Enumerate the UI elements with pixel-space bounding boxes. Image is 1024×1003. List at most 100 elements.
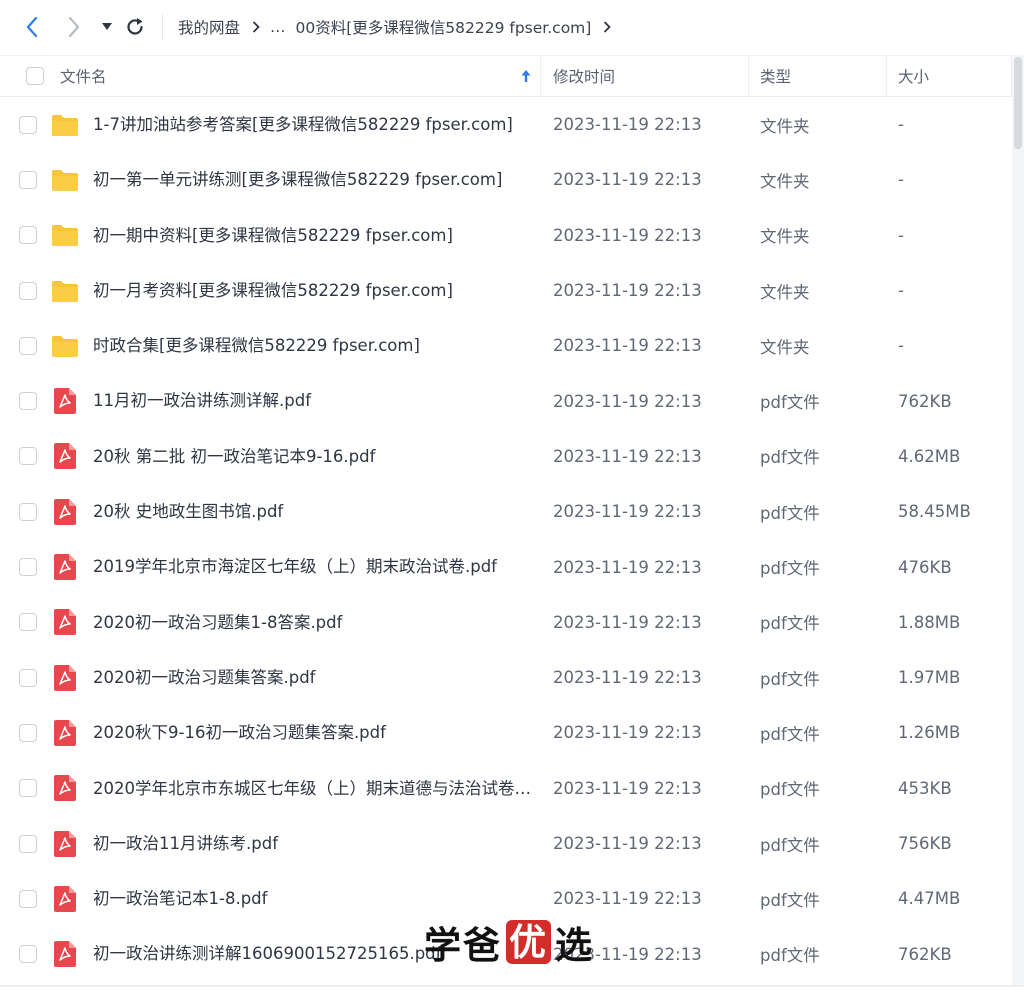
file-size: 762KB [898, 944, 952, 964]
column-header-size-label: 大小 [898, 68, 930, 86]
table-row[interactable]: 2020初一政治习题集1-8答案.pdf 2023-11-19 22:13 pd… [0, 595, 1012, 650]
file-name[interactable]: 时政合集[更多课程微信582229 fpser.com] [93, 318, 533, 373]
row-checkbox-cell [19, 871, 39, 926]
arrow-up-icon[interactable] [520, 69, 532, 83]
modified-time: 2023-11-19 22:13 [553, 778, 702, 798]
file-icon-cell [51, 152, 79, 207]
refresh-button[interactable] [122, 12, 148, 42]
table-row[interactable]: 初一第一单元讲练测[更多课程微信582229 fpser.com] 2023-1… [0, 152, 1012, 207]
column-header-name-label: 文件名 [60, 68, 107, 86]
pdf-icon [54, 443, 76, 470]
file-name[interactable]: 2020初一政治习题集答案.pdf [93, 650, 533, 705]
history-dropdown-button[interactable] [98, 12, 116, 42]
table-row[interactable]: 时政合集[更多课程微信582229 fpser.com] 2023-11-19 … [0, 318, 1012, 373]
modified-time: 2023-11-19 22:13 [553, 336, 702, 356]
row-checkbox[interactable] [19, 170, 37, 189]
row-checkbox[interactable] [19, 613, 37, 632]
row-checkbox[interactable] [19, 945, 37, 964]
row-checkbox-cell [19, 650, 39, 705]
file-name[interactable]: 2020初一政治习题集1-8答案.pdf [93, 595, 533, 650]
table-row[interactable]: 2019学年北京市海淀区七年级（上）期末政治试卷.pdf 2023-11-19 … [0, 539, 1012, 594]
row-checkbox[interactable] [19, 447, 37, 466]
file-icon-cell [51, 926, 79, 981]
select-all-checkbox[interactable] [26, 67, 44, 85]
table-row[interactable]: 1-7讲加油站参考答案[更多课程微信582229 fpser.com] 2023… [0, 97, 1012, 152]
column-header-type[interactable]: 类型 [749, 56, 887, 96]
row-checkbox-cell [19, 208, 39, 263]
file-name[interactable]: 20秋 第二批 初一政治笔记本9-16.pdf [93, 429, 533, 484]
file-type: pdf文件 [760, 780, 820, 800]
file-name[interactable]: 2020秋下9-16初一政治习题集答案.pdf [93, 705, 533, 760]
row-checkbox[interactable] [19, 779, 37, 798]
row-checkbox-cell [19, 595, 39, 650]
file-type: pdf文件 [760, 393, 820, 413]
row-checkbox[interactable] [19, 558, 37, 577]
file-size: 1.88MB [898, 612, 961, 632]
file-name[interactable]: 初一第一单元讲练测[更多课程微信582229 fpser.com] [93, 152, 533, 207]
file-size: - [898, 281, 904, 301]
file-name[interactable]: 20秋 史地政生图书馆.pdf [93, 484, 533, 539]
file-size: - [898, 115, 904, 135]
file-icon-cell [51, 373, 79, 428]
pdf-icon [54, 664, 76, 691]
table-row[interactable]: 初一政治11月讲练考.pdf 2023-11-19 22:13 pdf文件 75… [0, 816, 1012, 871]
breadcrumb-ellipsis[interactable]: … [270, 18, 286, 36]
pdf-icon [54, 719, 76, 746]
forward-button[interactable] [60, 12, 88, 42]
row-checkbox[interactable] [19, 889, 37, 908]
table-row[interactable]: 20秋 史地政生图书馆.pdf 2023-11-19 22:13 pdf文件 5… [0, 484, 1012, 539]
file-size: 476KB [898, 557, 952, 577]
row-checkbox[interactable] [19, 723, 37, 742]
file-icon-cell [51, 263, 79, 318]
back-button[interactable] [18, 12, 46, 42]
modified-time: 2023-11-19 22:13 [553, 170, 702, 190]
modified-time: 2023-11-19 22:13 [553, 557, 702, 577]
table-row[interactable]: 初一期中资料[更多课程微信582229 fpser.com] 2023-11-1… [0, 208, 1012, 263]
row-checkbox[interactable] [19, 226, 37, 245]
column-header-row: 文件名 修改时间 类型 大小 [0, 55, 1012, 97]
row-checkbox[interactable] [19, 502, 37, 521]
row-checkbox-cell [19, 318, 39, 373]
table-row[interactable]: 2020学年北京市东城区七年级（上）期末道德与法治试卷… 2023-11-19 … [0, 761, 1012, 816]
table-row[interactable]: 2020秋下9-16初一政治习题集答案.pdf 2023-11-19 22:13… [0, 705, 1012, 760]
row-checkbox[interactable] [19, 668, 37, 687]
column-header-size[interactable]: 大小 [887, 56, 1012, 96]
table-row[interactable]: 初一月考资料[更多课程微信582229 fpser.com] 2023-11-1… [0, 263, 1012, 318]
vertical-scrollbar[interactable] [1012, 55, 1024, 985]
file-name[interactable]: 1-7讲加油站参考答案[更多课程微信582229 fpser.com] [93, 97, 533, 152]
file-name[interactable]: 2019学年北京市海淀区七年级（上）期末政治试卷.pdf [93, 539, 533, 594]
file-icon-cell [51, 208, 79, 263]
breadcrumb-current[interactable]: 00资料[更多课程微信582229 fpser.com] [296, 16, 592, 38]
file-name[interactable]: 11月初一政治讲练测详解.pdf [93, 373, 533, 428]
row-checkbox-cell [19, 816, 39, 871]
column-header-name[interactable]: 文件名 [0, 56, 541, 96]
table-row[interactable]: 11月初一政治讲练测详解.pdf 2023-11-19 22:13 pdf文件 … [0, 373, 1012, 428]
file-name[interactable]: 初一期中资料[更多课程微信582229 fpser.com] [93, 208, 533, 263]
table-row[interactable]: 20秋 第二批 初一政治笔记本9-16.pdf 2023-11-19 22:13… [0, 429, 1012, 484]
refresh-icon [127, 18, 143, 35]
scrollbar-thumb[interactable] [1014, 57, 1022, 149]
modified-time: 2023-11-19 22:13 [553, 834, 702, 853]
row-checkbox[interactable] [19, 834, 37, 853]
file-size: 762KB [898, 391, 952, 411]
row-checkbox[interactable] [19, 115, 37, 134]
file-type: pdf文件 [760, 669, 820, 689]
breadcrumb-root[interactable]: 我的网盘 [178, 16, 240, 38]
file-type: 文件夹 [760, 282, 810, 302]
folder-icon [52, 169, 78, 191]
row-checkbox-cell [19, 926, 39, 981]
file-name[interactable]: 初一政治11月讲练考.pdf [93, 816, 533, 871]
file-name[interactable]: 初一月考资料[更多课程微信582229 fpser.com] [93, 263, 533, 318]
row-checkbox-cell [19, 152, 39, 207]
row-checkbox[interactable] [19, 336, 37, 355]
row-checkbox[interactable] [19, 281, 37, 300]
chevron-right-icon [252, 21, 260, 33]
row-checkbox[interactable] [19, 392, 37, 411]
file-type: pdf文件 [760, 503, 820, 523]
table-row[interactable]: 2020初一政治习题集答案.pdf 2023-11-19 22:13 pdf文件… [0, 650, 1012, 705]
modified-time: 2023-11-19 22:13 [553, 502, 702, 522]
file-name[interactable]: 2020学年北京市东城区七年级（上）期末道德与法治试卷… [93, 761, 533, 816]
column-header-time[interactable]: 修改时间 [541, 56, 749, 96]
modified-time: 2023-11-19 22:13 [553, 446, 702, 466]
nav-divider [162, 14, 163, 40]
